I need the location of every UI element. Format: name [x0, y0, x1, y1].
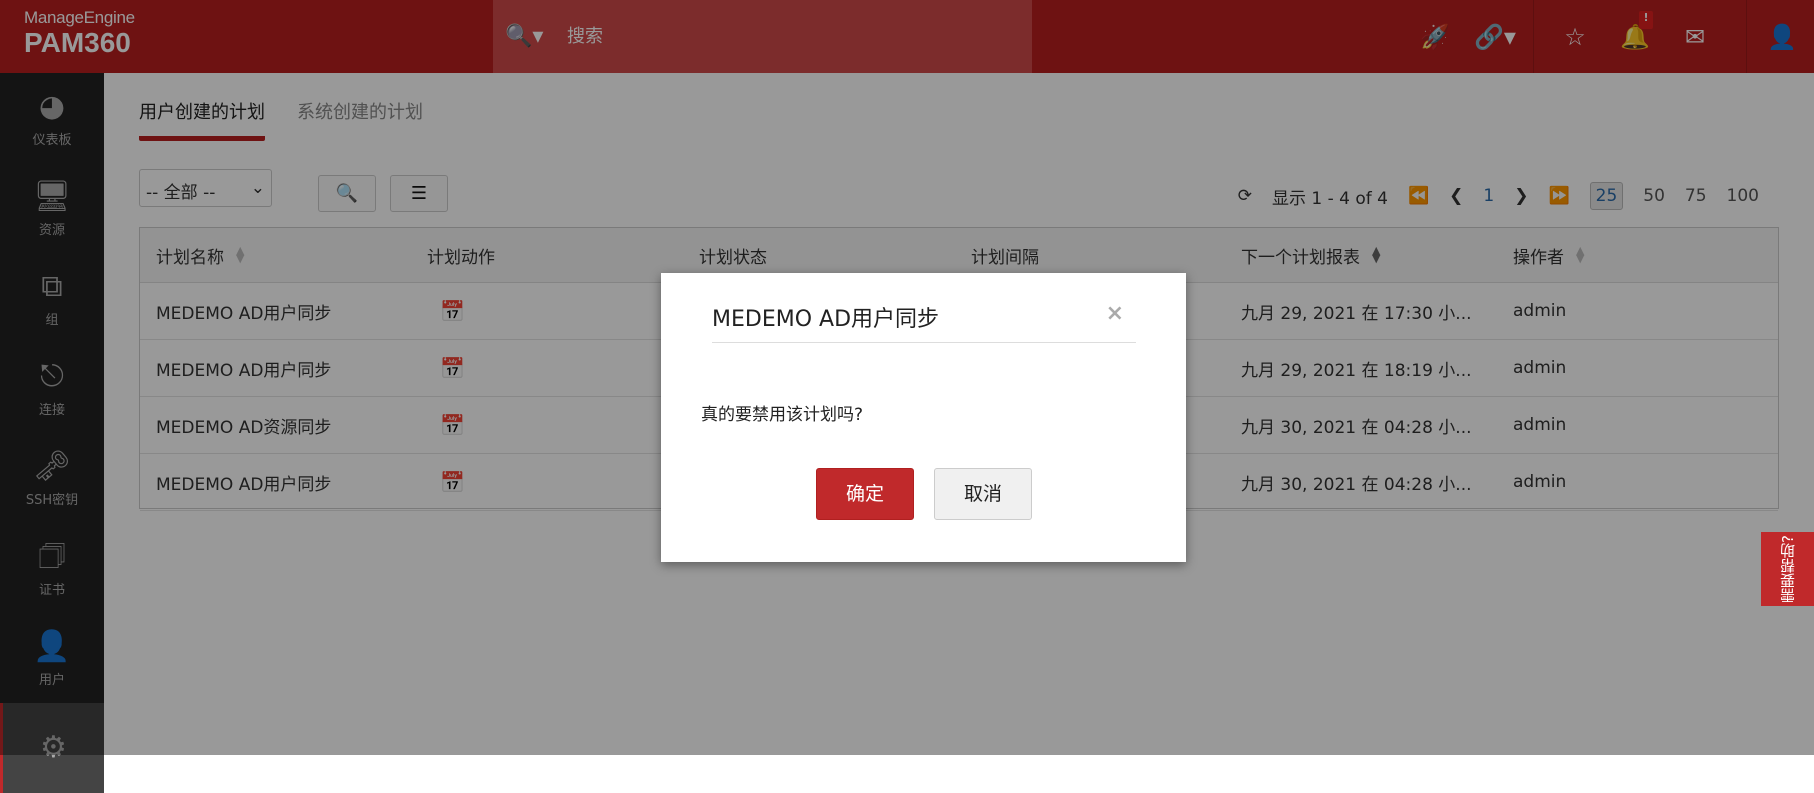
confirm-dialog: MEDEMO AD用户同步 × 真的要禁用该计划吗? 确定 取消	[661, 273, 1186, 562]
dialog-title: MEDEMO AD用户同步	[712, 307, 940, 332]
cancel-button[interactable]: 取消	[934, 468, 1032, 520]
close-icon[interactable]: ×	[1106, 301, 1124, 326]
confirm-button[interactable]: 确定	[816, 468, 914, 520]
dialog-message: 真的要禁用该计划吗?	[701, 405, 864, 425]
help-tab[interactable]: 需要帮助?	[1761, 532, 1814, 606]
